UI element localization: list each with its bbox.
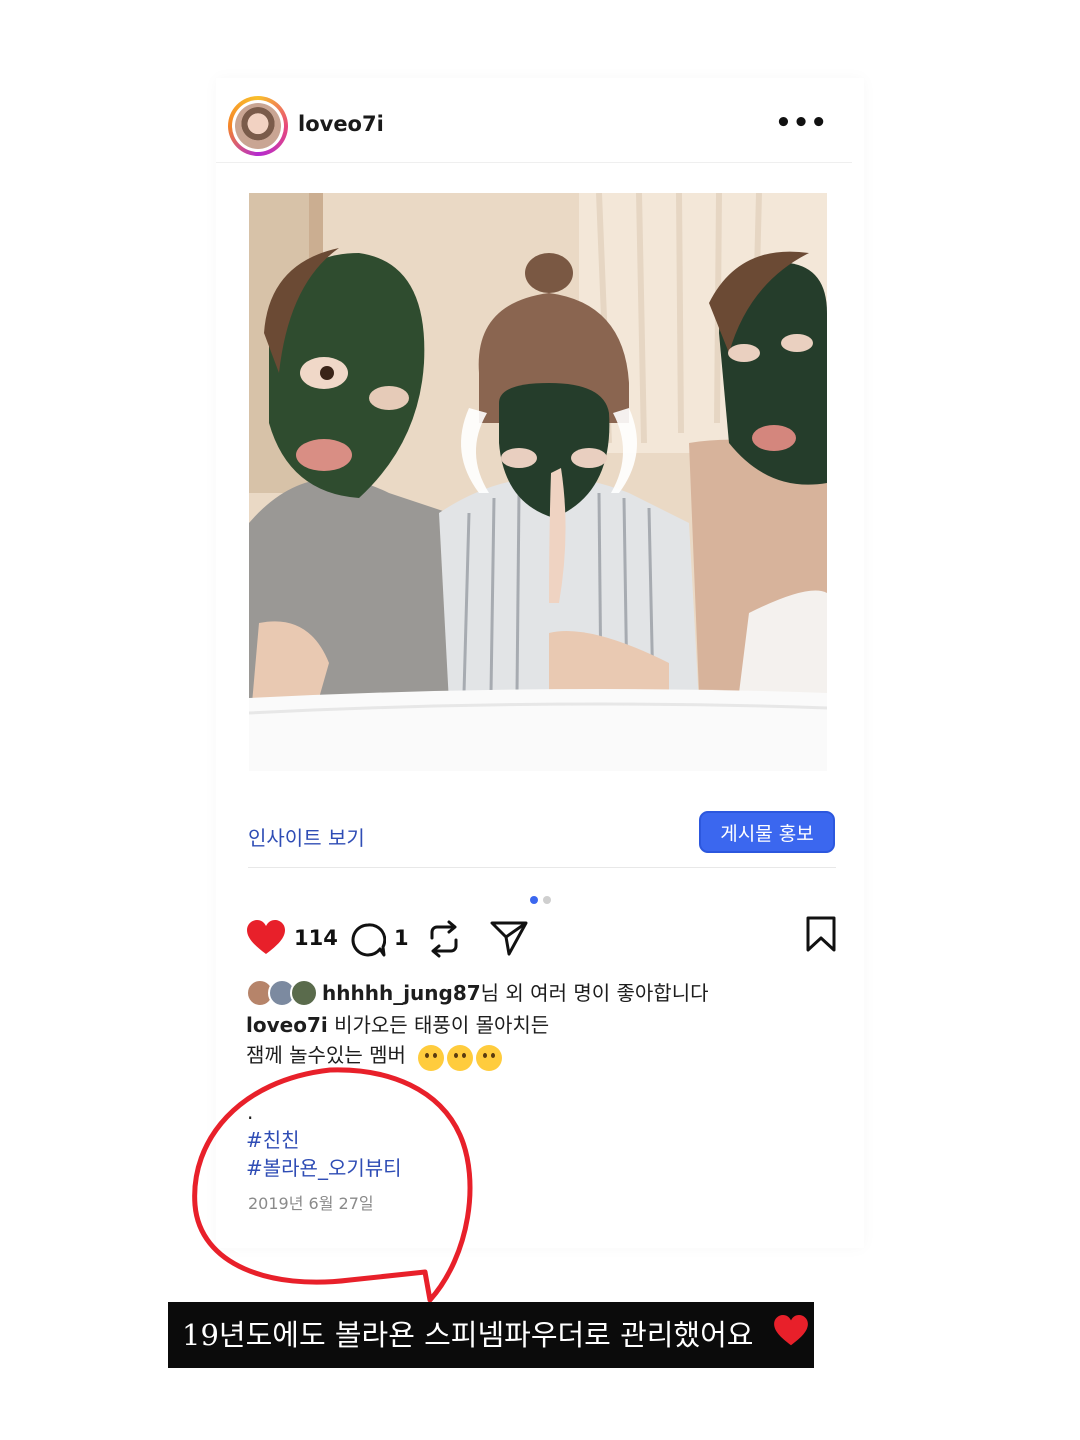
liker-avatar (290, 979, 318, 1007)
red-heart-emoji (773, 1304, 809, 1370)
carousel-dot-active[interactable] (530, 896, 538, 904)
share-icon[interactable] (490, 920, 528, 960)
liker-avatars[interactable] (246, 979, 318, 1007)
hashtag-link[interactable]: #볼라욘_오기뷰티 (246, 1152, 402, 1181)
caption-line-2: 잼께 놀수있는 멤버 (246, 1043, 406, 1067)
caption-banner: 19년도에도 볼라욘 스피넴파우더로 관리했어요 (168, 1302, 814, 1368)
comment-count[interactable]: 1 (394, 926, 409, 950)
partying-face-emoji (476, 1045, 503, 1071)
likes-text: hhhhh_jung87님 외 여러 명이 좋아합니다 (322, 977, 709, 1006)
carousel-dot[interactable] (543, 896, 551, 904)
caption-line-1: 비가오든 태풍이 몰아치든 (327, 1013, 550, 1037)
post-date: 2019년 6월 27일 (248, 1194, 374, 1213)
caption-author[interactable]: loveo7i (246, 1013, 328, 1037)
post-photo-illustration (249, 193, 827, 771)
divider (248, 867, 836, 868)
promote-post-button[interactable]: 게시물 홍보 (699, 811, 835, 853)
post-caption: loveo7i 비가오든 태풍이 몰아치든 잼께 놀수있는 멤버 (246, 1010, 549, 1072)
likes-suffix: 님 외 여러 명이 좋아합니다 (480, 981, 709, 1005)
avatar[interactable] (228, 96, 288, 156)
like-count[interactable]: 114 (294, 926, 338, 950)
post-photo[interactable] (249, 193, 827, 771)
post-username[interactable]: loveo7i (298, 112, 384, 136)
hashtag-link[interactable]: #친친 (246, 1124, 300, 1153)
repost-icon[interactable] (426, 920, 462, 962)
post-header: loveo7i ••• (216, 88, 852, 163)
caption-emojis (418, 1042, 505, 1072)
caption-dot: . (247, 1100, 254, 1124)
liker-username[interactable]: hhhhh_jung87 (322, 981, 481, 1005)
star-struck-emoji (447, 1045, 474, 1071)
bookmark-icon[interactable] (806, 916, 836, 956)
insights-link[interactable]: 인사이트 보기 (248, 822, 365, 851)
action-bar: 114 1 (246, 914, 840, 960)
banner-text: 19년도에도 볼라욘 스피넴파우더로 관리했어요 (182, 1318, 754, 1352)
carousel-indicator (530, 889, 556, 908)
avatar-photo (235, 103, 281, 149)
zany-face-emoji (418, 1045, 445, 1071)
more-horizontal-icon[interactable]: ••• (775, 108, 828, 138)
heart-icon[interactable] (246, 920, 286, 960)
comment-icon[interactable] (350, 922, 387, 962)
